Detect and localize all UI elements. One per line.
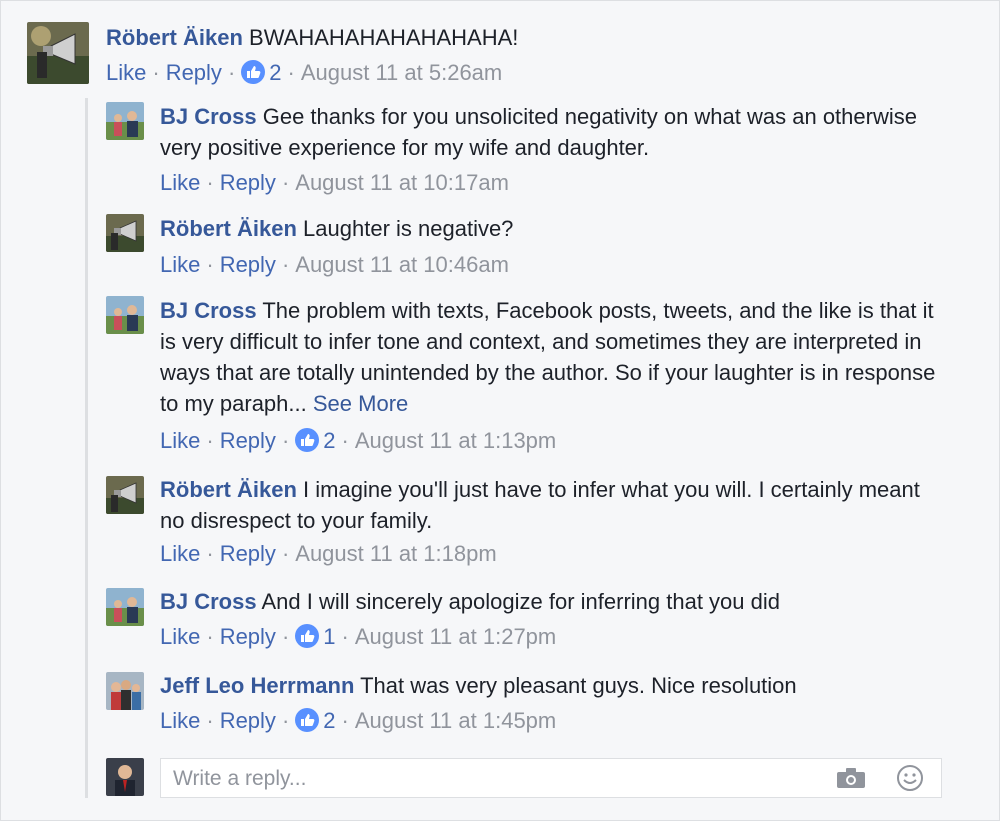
dot-separator: · xyxy=(287,60,295,85)
avatar[interactable] xyxy=(106,102,144,140)
reply-text: That was very pleasant guys. Nice resolu… xyxy=(360,673,797,698)
like-reaction-icon[interactable] xyxy=(295,708,320,732)
reply-body: BJ Cross Gee thanks for you unsolicited … xyxy=(160,101,940,163)
reply-text: The problem with texts, Facebook posts, … xyxy=(160,298,936,416)
avatar[interactable] xyxy=(106,588,144,626)
reply-text: And I will sincerely apologize for infer… xyxy=(261,589,781,614)
reply-link[interactable]: Reply xyxy=(220,624,276,649)
reply-actions: Like · Reply · August 11 at 10:17am xyxy=(160,168,509,198)
dot-separator: · xyxy=(206,428,214,453)
reply-link[interactable]: Reply xyxy=(220,170,276,195)
thread-line xyxy=(85,98,88,798)
current-user-avatar xyxy=(106,758,144,796)
smiley-icon[interactable] xyxy=(896,764,924,797)
comment-body: Röbert Äiken BWAHAHAHAHAHAHAHA! xyxy=(106,22,966,53)
dot-separator: · xyxy=(206,624,214,649)
like-link[interactable]: Like xyxy=(160,428,200,453)
reply-link[interactable]: Reply xyxy=(220,541,276,566)
dot-separator: · xyxy=(341,624,349,649)
like-link[interactable]: Like xyxy=(160,708,200,733)
reply-actions: Like · Reply · August 11 at 10:46am xyxy=(160,250,509,280)
dot-separator: · xyxy=(281,252,290,277)
dot-separator: · xyxy=(206,170,214,195)
avatar[interactable] xyxy=(27,22,89,84)
reply-text: Laughter is negative? xyxy=(303,216,514,241)
like-link[interactable]: Like xyxy=(160,170,200,195)
dot-separator: · xyxy=(281,428,290,453)
avatar[interactable] xyxy=(106,214,144,252)
reply-author[interactable]: BJ Cross xyxy=(160,298,257,323)
reply-link[interactable]: Reply xyxy=(220,252,276,277)
like-link[interactable]: Like xyxy=(106,60,146,85)
reply-author[interactable]: BJ Cross xyxy=(160,589,257,614)
dot-separator: · xyxy=(281,541,290,566)
timestamp[interactable]: August 11 at 10:17am xyxy=(295,170,509,195)
reply-link[interactable]: Reply xyxy=(220,428,276,453)
like-reaction-icon[interactable] xyxy=(295,428,320,452)
reply-link[interactable]: Reply xyxy=(166,60,222,85)
like-count[interactable]: 2 xyxy=(323,428,335,453)
reply-actions: Like · Reply · 2 · August 11 at 1:13pm xyxy=(160,426,556,456)
comment-text: BWAHAHAHAHAHAHAHA! xyxy=(249,25,519,50)
avatar[interactable] xyxy=(106,672,144,710)
dot-separator: · xyxy=(341,428,349,453)
reply-body: Röbert Äiken Laughter is negative? xyxy=(160,213,940,244)
reply-input[interactable] xyxy=(171,764,815,794)
like-count[interactable]: 2 xyxy=(323,708,335,733)
reply-actions: Like · Reply · 1 · August 11 at 1:27pm xyxy=(160,622,556,652)
like-count[interactable]: 2 xyxy=(269,60,281,85)
timestamp[interactable]: August 11 at 1:45pm xyxy=(355,708,556,733)
camera-icon[interactable] xyxy=(836,767,866,794)
dot-separator: · xyxy=(152,60,160,85)
like-link[interactable]: Like xyxy=(160,541,200,566)
reply-link[interactable]: Reply xyxy=(220,708,276,733)
comment-author[interactable]: Röbert Äiken xyxy=(106,25,243,50)
reply-actions: Like · Reply · 2 · August 11 at 1:45pm xyxy=(160,706,556,736)
timestamp[interactable]: August 11 at 1:18pm xyxy=(295,541,496,566)
like-count[interactable]: 1 xyxy=(323,624,335,649)
timestamp[interactable]: August 11 at 1:27pm xyxy=(355,624,556,649)
like-reaction-icon[interactable] xyxy=(241,60,266,84)
dot-separator: · xyxy=(341,708,349,733)
avatar[interactable] xyxy=(106,476,144,514)
timestamp[interactable]: August 11 at 10:46am xyxy=(295,252,509,277)
dot-separator: · xyxy=(281,624,290,649)
reply-author[interactable]: Jeff Leo Herrmann xyxy=(160,673,354,698)
reply-author[interactable]: Röbert Äiken xyxy=(160,216,297,241)
reply-box[interactable] xyxy=(160,758,942,798)
dot-separator: · xyxy=(206,541,214,566)
reply-body: Jeff Leo Herrmann That was very pleasant… xyxy=(160,670,940,701)
dot-separator: · xyxy=(206,708,214,733)
timestamp[interactable]: August 11 at 1:13pm xyxy=(355,428,556,453)
reply-text: Gee thanks for you unsolicited negativit… xyxy=(160,104,917,160)
reply-body: BJ Cross And I will sincerely apologize … xyxy=(160,586,940,617)
dot-separator: · xyxy=(281,708,290,733)
like-link[interactable]: Like xyxy=(160,624,200,649)
reply-author[interactable]: Röbert Äiken xyxy=(160,477,297,502)
reply-body: Röbert Äiken I imagine you'll just have … xyxy=(160,474,940,536)
see-more-link[interactable]: See More xyxy=(313,391,408,416)
like-reaction-icon[interactable] xyxy=(295,624,320,648)
reply-actions: Like · Reply · August 11 at 1:18pm xyxy=(160,539,497,569)
avatar[interactable] xyxy=(106,296,144,334)
dot-separator: · xyxy=(281,170,290,195)
reply-body: BJ Cross The problem with texts, Faceboo… xyxy=(160,295,940,419)
timestamp[interactable]: August 11 at 5:26am xyxy=(301,60,502,85)
dot-separator: · xyxy=(206,252,214,277)
reply-author[interactable]: BJ Cross xyxy=(160,104,257,129)
comment-actions: Like · Reply · 2 · August 11 at 5:26am xyxy=(106,58,502,88)
like-link[interactable]: Like xyxy=(160,252,200,277)
dot-separator: · xyxy=(227,60,236,85)
